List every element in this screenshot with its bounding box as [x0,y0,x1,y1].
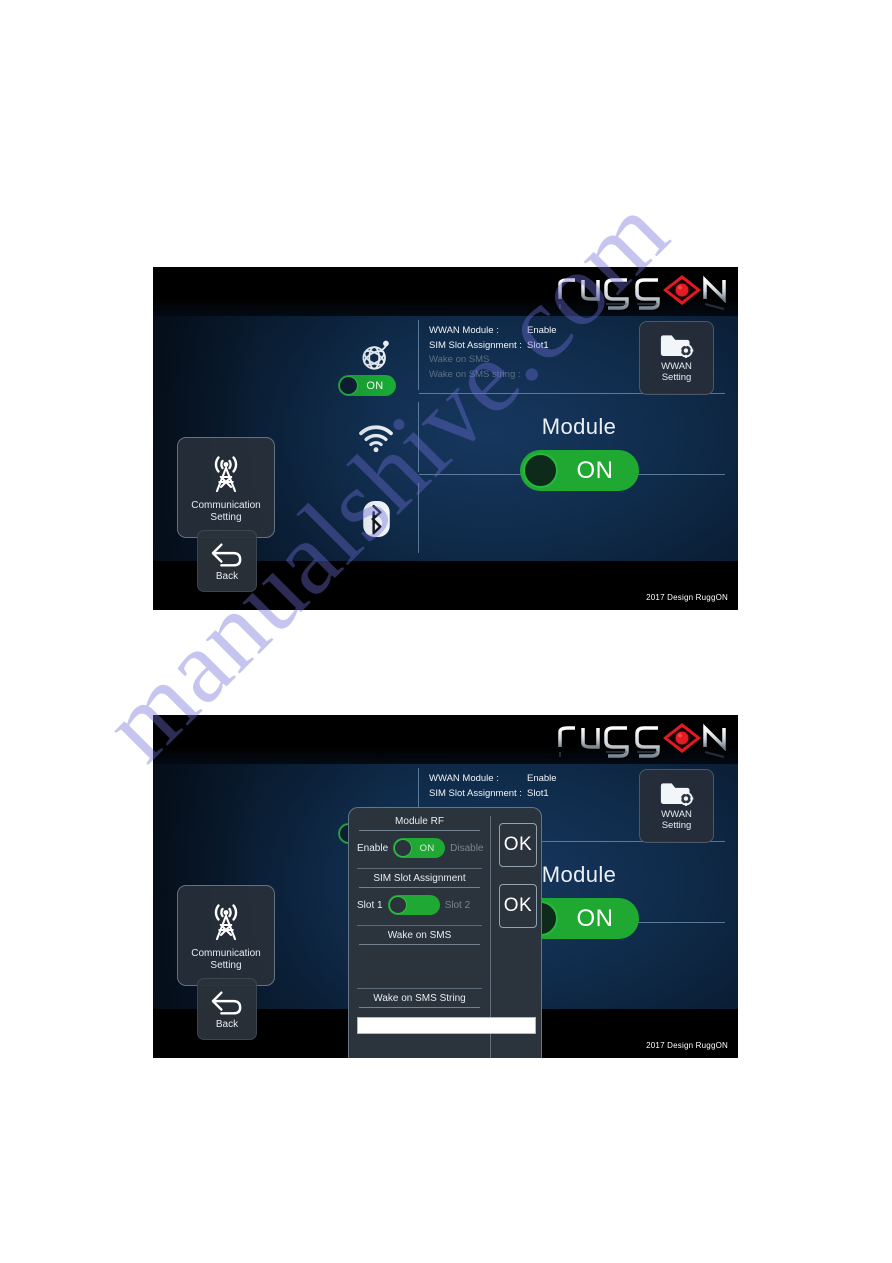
status-key: Wake on SMS [429,354,490,365]
module-rf-toggle[interactable]: ON [393,838,446,858]
sidebar-item-communication-setting[interactable]: Communication Setting [177,437,275,538]
section-heading: Wake on SMS [359,930,480,945]
status-value: Slot1 [527,339,549,351]
wwan-setting-label-line2: Setting [661,820,692,831]
back-arrow-icon [210,988,244,1018]
status-key: SIM Slot Assignment : [429,339,522,351]
status-row: SIM Slot Assignment : Slot1 [429,339,629,354]
wwan-setting-button[interactable]: WWAN Setting [639,769,714,843]
back-label: Back [215,570,239,582]
module-toggle-area: Module ON [429,414,729,491]
page-watermark: manualshive.com [0,0,892,1263]
column-divider [418,320,419,390]
device-screenshot-one: Communication Setting ON WWAN Module: E… [153,267,738,610]
sim-slot-ok-button[interactable]: OK [499,884,537,928]
copyright-text: 2017 Design RuggON [646,593,728,602]
dialog-divider [357,868,482,869]
wwan-power-toggle[interactable]: ON [338,375,396,396]
module-rf-disable-label: Disable [450,842,484,854]
wwan-setting-label-line1: WWAN [661,809,692,820]
sidebar-item-label-line1: Communication [191,500,261,511]
device-screenshot-two: Communication Setting WWAN Module : Enab… [153,715,738,1058]
module-rf-toggle-label: ON [419,842,435,854]
module-toggle-label: ON [576,904,614,932]
column-divider [418,402,419,472]
module-toggle-label: ON [576,456,614,484]
wwan-toggle-label: ON [366,379,384,392]
wifi-row-icon-cell[interactable] [335,397,417,478]
toggle-knob [339,376,358,395]
back-button[interactable]: Back [197,530,257,592]
dialog-section-wake-on-sms-string: Wake on SMS String [349,993,536,1035]
wifi-icon [357,423,395,453]
toggle-knob [394,839,413,857]
folder-gear-icon [660,781,694,809]
status-key: Wake on SMS string : [429,368,521,380]
dialog-section-wake-on-sms: Wake on SMS [349,930,490,945]
status-key: WWAN Module : [429,325,499,336]
antenna-tower-icon [203,451,249,497]
status-key: SIM Slot Assignment : [429,787,522,799]
dialog-divider [357,925,482,926]
back-arrow-icon [210,540,244,570]
screen-two-header [153,715,738,764]
back-button[interactable]: Back [197,978,257,1040]
sidebar-item-label-line2: Setting [210,960,242,971]
status-row: Wake on SMS string : [429,368,629,383]
module-title: Module [541,414,617,439]
sidebar-item-label-line2: Setting [210,512,242,523]
satellite-globe-icon [358,339,394,375]
copyright-text: 2017 Design RuggON [646,1041,728,1050]
sim-slot2-label: Slot 2 [444,899,471,911]
screen-one-header [153,267,738,316]
section-heading: Module RF [359,816,480,831]
folder-gear-icon [660,333,694,361]
status-value: Enable [527,773,557,784]
sidebar-item-communication-setting[interactable]: Communication Setting [177,885,275,986]
status-row: Wake on SMS [429,353,629,368]
dialog-section-sim-slot: SIM Slot Assignment Slot 1 Slot 2 [349,873,490,915]
status-row: WWAN Module : Enable [429,324,629,339]
toggle-knob [388,896,407,914]
status-row: SIM Slot Assignment : Slot1 [429,787,629,802]
wwan-setting-button[interactable]: WWAN Setting [639,321,714,395]
toggle-knob [522,453,558,488]
sim-slot1-label: Slot 1 [357,899,383,911]
wwan-status-list: WWAN Module : Enable SIM Slot Assignment… [429,772,629,801]
module-rf-ok-button[interactable]: OK [499,823,537,867]
sidebar-item-label-line1: Communication [191,948,261,959]
bluetooth-row-icon-cell[interactable] [335,478,417,559]
module-rf-enable-label: Enable [357,842,389,854]
status-key: WWAN Module : [429,773,499,784]
status-row: WWAN Module : Enable [429,772,629,787]
wwan-status-list: WWAN Module : Enable SIM Slot Assignment… [429,324,629,382]
wwan-setting-label-line2: Setting [661,372,692,383]
ruggon-logo [558,275,726,310]
connection-icon-column [335,316,417,561]
section-heading: Wake on SMS String [359,993,480,1008]
antenna-tower-icon [203,899,249,945]
dialog-section-module-rf: Module RF Enable ON Disable [349,816,490,858]
status-value: Enable [527,325,557,336]
column-divider [418,483,419,553]
sim-slot-toggle[interactable] [387,895,440,915]
screen-one-body: Communication Setting ON WWAN Module: E… [153,316,738,561]
screen-two-body: Communication Setting WWAN Module : Enab… [153,764,738,1058]
section-heading: SIM Slot Assignment [359,873,480,888]
back-label: Back [215,1018,239,1030]
ruggon-logo [558,723,726,758]
wwan-setting-label-line1: WWAN [661,361,692,372]
wwan-setting-dialog: Module RF Enable ON Disable OK SIM Slot … [348,807,542,1058]
bluetooth-icon [362,500,390,537]
wake-on-sms-string-input[interactable] [357,1017,536,1034]
dialog-divider [357,988,482,989]
status-value: Slot1 [527,787,549,799]
module-power-toggle[interactable]: ON [519,450,639,491]
